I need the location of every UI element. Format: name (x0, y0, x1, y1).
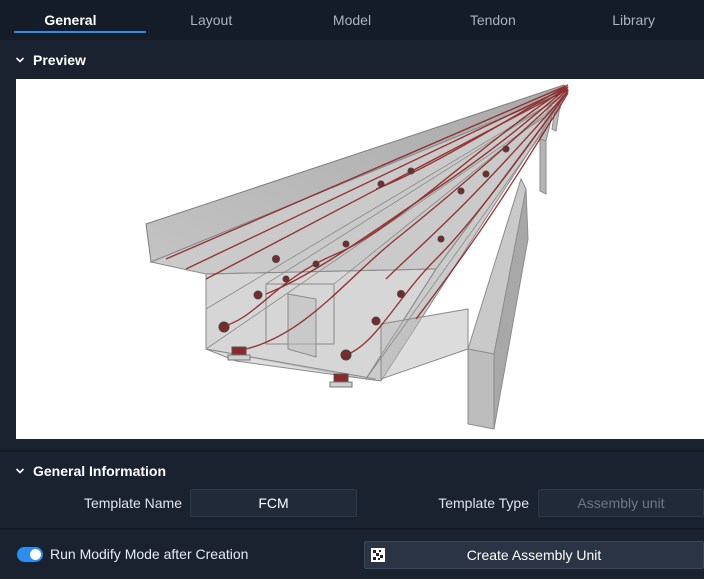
section-divider (0, 450, 704, 452)
preview-title: Preview (33, 52, 86, 68)
create-assembly-unit-label: Create Assembly Unit (466, 547, 602, 563)
preview-section-header[interactable]: Preview (0, 42, 704, 78)
template-name-label: Template Name (83, 495, 182, 511)
run-modify-mode-label: Run Modify Mode after Creation (50, 546, 249, 562)
tab-library[interactable]: Library (563, 0, 704, 40)
run-modify-mode-toggle[interactable] (17, 547, 43, 562)
assembly-icon (370, 547, 386, 563)
general-info-section-header[interactable]: General Information (0, 453, 704, 489)
chevron-down-icon (14, 54, 26, 66)
footer-divider (0, 528, 704, 530)
bridge-model-render (145, 84, 570, 430)
create-assembly-unit-button[interactable]: Create Assembly Unit (364, 541, 704, 569)
general-info-title: General Information (33, 463, 167, 479)
tab-model[interactable]: Model (282, 0, 423, 40)
tab-bar: General Layout Model Tendon Library (0, 0, 704, 40)
tab-layout[interactable]: Layout (141, 0, 282, 40)
chevron-down-icon (14, 465, 26, 477)
template-type-label: Template Type (438, 495, 529, 511)
tab-general[interactable]: General (0, 0, 146, 40)
tab-tendon[interactable]: Tendon (422, 0, 563, 40)
toggle-knob (30, 549, 41, 560)
preview-viewport[interactable] (16, 79, 704, 439)
template-name-field[interactable]: FCM (190, 489, 357, 517)
template-type-field: Assembly unit (538, 489, 704, 517)
